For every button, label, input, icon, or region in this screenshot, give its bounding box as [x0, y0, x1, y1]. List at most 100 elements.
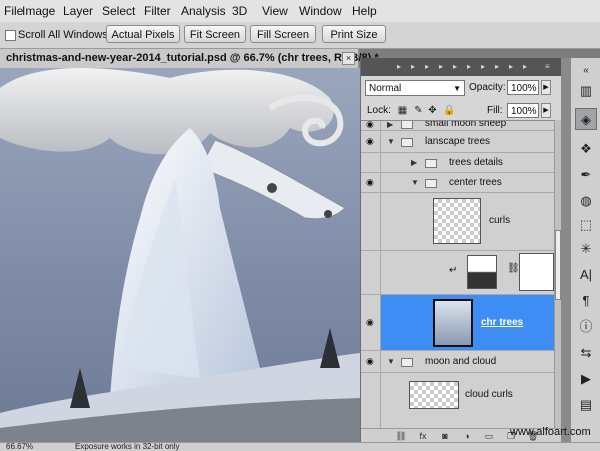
- layer-thumbnail: [409, 381, 459, 409]
- chevron-right-icon[interactable]: ▶: [387, 121, 393, 129]
- transform-icon[interactable]: ⬚: [575, 214, 597, 236]
- fill-slider-icon[interactable]: ▶: [541, 103, 551, 118]
- character-icon[interactable]: A|: [575, 264, 597, 286]
- new-group-icon[interactable]: ▭: [483, 430, 495, 442]
- layer-mask-thumbnail: [519, 253, 554, 291]
- menu-analysis[interactable]: Analysis: [181, 4, 226, 18]
- chevron-down-icon[interactable]: ▼: [411, 178, 419, 187]
- layer-style-icon[interactable]: fx: [417, 430, 429, 442]
- watermark-text: www.alfoart.com: [510, 426, 591, 438]
- chevron-right-icon[interactable]: ▶: [411, 158, 417, 167]
- layer-thumbnail: [433, 198, 481, 244]
- paths-icon[interactable]: ✒: [575, 164, 597, 186]
- layer-name: curls: [489, 215, 511, 226]
- layers-icon[interactable]: ◈: [575, 108, 597, 130]
- layer-name: lanscape trees: [425, 136, 491, 147]
- info-icon[interactable]: ⓘ: [575, 316, 597, 338]
- document-tab[interactable]: christmas-and-new-year-2014_tutorial.psd…: [0, 49, 379, 69]
- navigator-icon[interactable]: ⇆: [575, 342, 597, 364]
- brush-presets-icon[interactable]: ✳: [575, 238, 597, 260]
- options-bar: Scroll All Windows Actual Pixels Fit Scr…: [0, 22, 600, 49]
- folder-icon: [401, 358, 413, 367]
- link-layers-icon[interactable]: ⛓: [395, 430, 407, 442]
- eye-icon[interactable]: ◉: [366, 121, 376, 129]
- lock-position-icon[interactable]: ✥: [427, 105, 438, 116]
- layer-row-selected[interactable]: ◉ chr trees: [361, 295, 554, 351]
- tool-presets-icon[interactable]: ▤: [575, 394, 597, 416]
- scroll-all-windows-label: Scroll All Windows: [18, 29, 108, 41]
- print-size-button[interactable]: Print Size: [322, 25, 386, 43]
- chevron-down-icon: ▼: [453, 84, 461, 93]
- layers-panel: ▸ ▸ ▸ ▸ ▸ ▸ ▸ ▸ ▸ ▸ ≡ Normal ▼ Opacity: …: [360, 58, 561, 443]
- layers-list: ◉ ▶ small moon sheep ◉ ▼ lanscape trees …: [361, 120, 554, 429]
- layer-row[interactable]: curls: [361, 193, 554, 251]
- layer-name: trees details: [449, 157, 503, 168]
- menu-3d[interactable]: 3D: [232, 4, 247, 18]
- folder-icon: [401, 138, 413, 147]
- layer-row[interactable]: ◉ ▼ moon and cloud: [361, 351, 554, 373]
- layer-row[interactable]: ▶ trees details: [361, 153, 554, 173]
- lock-transparent-icon[interactable]: ▦: [397, 105, 408, 116]
- panel-menu-icon[interactable]: ≡: [545, 62, 551, 72]
- layer-thumbnail: [433, 299, 473, 347]
- artwork-illustration: [0, 68, 360, 442]
- actions-icon[interactable]: ▶: [575, 368, 597, 390]
- clip-arrow-icon: ↵: [449, 265, 458, 276]
- swatches-icon[interactable]: ◍: [575, 190, 597, 212]
- layer-name: center trees: [449, 177, 502, 188]
- add-mask-icon[interactable]: ◙: [439, 430, 451, 442]
- chevron-down-icon[interactable]: ▼: [387, 137, 395, 146]
- panel-icon-dock: « ▥ ◈ ❖ ✒ ◍ ⬚ ✳ A| ¶ ⓘ ⇆ ▶ ▤: [570, 58, 600, 442]
- menu-select[interactable]: Select: [102, 4, 135, 18]
- eye-icon[interactable]: ◉: [366, 178, 376, 187]
- layer-row[interactable]: ◉ ▼ lanscape trees: [361, 131, 554, 153]
- histogram-icon[interactable]: ▥: [575, 80, 597, 102]
- scrollbar-thumb[interactable]: [555, 230, 561, 300]
- layer-name: moon and cloud: [425, 356, 497, 367]
- chain-link-icon[interactable]: ⛓: [507, 263, 520, 274]
- fill-label: Fill:: [487, 105, 503, 116]
- eye-icon[interactable]: ◉: [366, 137, 376, 146]
- paragraph-icon[interactable]: ¶: [575, 290, 597, 312]
- eye-icon[interactable]: ◉: [366, 357, 376, 366]
- layers-scrollbar[interactable]: [554, 120, 561, 428]
- actual-pixels-button[interactable]: Actual Pixels: [106, 25, 180, 43]
- panel-tab-strip[interactable]: ▸ ▸ ▸ ▸ ▸ ▸ ▸ ▸ ▸ ▸ ≡: [361, 58, 561, 76]
- fill-input[interactable]: 100%: [507, 103, 539, 118]
- menu-filter[interactable]: Filter: [144, 4, 171, 18]
- close-icon[interactable]: ×: [342, 52, 355, 65]
- menu-help[interactable]: Help: [352, 4, 377, 18]
- adjustment-layer-icon[interactable]: ◑: [461, 430, 473, 442]
- opacity-input[interactable]: 100%: [507, 80, 539, 95]
- eye-icon[interactable]: ◉: [366, 318, 376, 327]
- menu-window[interactable]: Window: [299, 4, 342, 18]
- menu-image[interactable]: Image: [22, 4, 55, 18]
- menu-layer[interactable]: Layer: [63, 4, 93, 18]
- document-canvas[interactable]: [0, 68, 360, 442]
- fit-screen-button[interactable]: Fit Screen: [184, 25, 246, 43]
- menu-view[interactable]: View: [262, 4, 288, 18]
- blend-mode-select[interactable]: Normal ▼: [365, 80, 465, 96]
- opacity-label: Opacity:: [469, 82, 506, 93]
- channels-icon[interactable]: ❖: [575, 138, 597, 160]
- lock-image-icon[interactable]: ✎: [413, 105, 424, 116]
- blend-mode-value: Normal: [369, 83, 402, 94]
- layer-row[interactable]: cloud curls: [361, 373, 554, 429]
- opacity-slider-icon[interactable]: ▶: [541, 80, 551, 95]
- chevron-down-icon[interactable]: ▼: [387, 357, 395, 366]
- layer-row[interactable]: ◉ ▼ center trees: [361, 173, 554, 193]
- folder-icon: [425, 179, 437, 188]
- layer-row[interactable]: ↵ ⛓: [361, 251, 554, 295]
- lock-all-icon[interactable]: 🔒: [443, 105, 455, 116]
- layer-row[interactable]: ◉ ▶ small moon sheep: [361, 120, 554, 131]
- scroll-all-windows-checkbox[interactable]: [5, 30, 16, 41]
- adjustment-thumbnail: [467, 255, 497, 289]
- folder-icon: [401, 121, 413, 129]
- fill-screen-button[interactable]: Fill Screen: [250, 25, 316, 43]
- layer-name: chr trees: [481, 317, 524, 328]
- menu-file[interactable]: File: [4, 4, 23, 18]
- document-title: christmas-and-new-year-2014_tutorial.psd…: [6, 52, 379, 64]
- collapse-arrows-icon[interactable]: «: [575, 60, 597, 82]
- layer-name: small moon sheep: [425, 120, 507, 129]
- menu-bar: File Image Layer Select Filter Analysis …: [0, 0, 600, 23]
